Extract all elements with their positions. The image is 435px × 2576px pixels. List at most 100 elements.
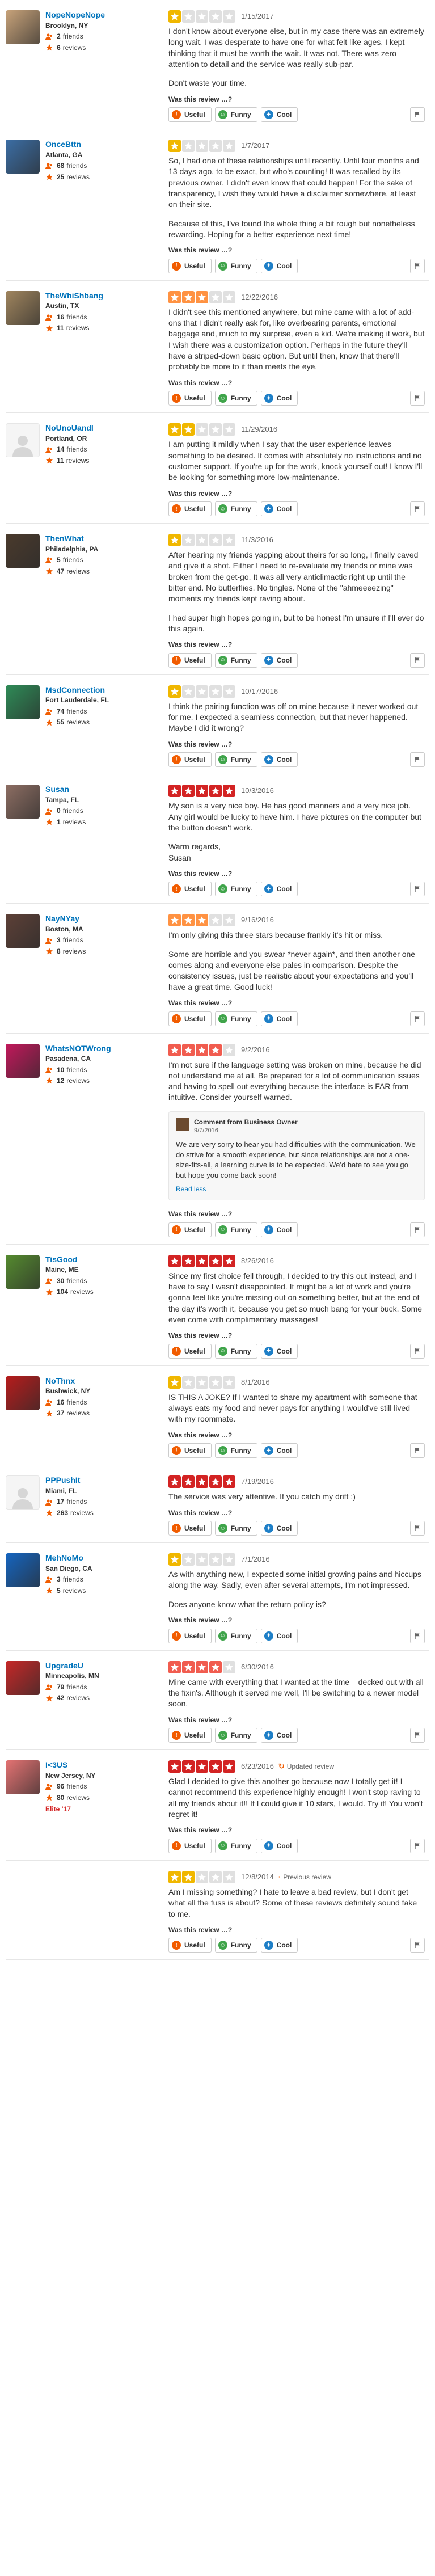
useful-button[interactable]: ! Useful [168, 258, 212, 273]
useful-button[interactable]: ! Useful [168, 1011, 212, 1026]
user-name-link[interactable]: Susan [45, 785, 168, 795]
user-name-link[interactable]: WhatsNOTWrong [45, 1044, 168, 1054]
cool-button[interactable]: ✦ Cool [260, 882, 298, 897]
flag-icon[interactable] [410, 1628, 425, 1643]
funny-button[interactable]: ☺ Funny [214, 882, 257, 897]
flag-icon[interactable] [410, 1222, 425, 1237]
user-avatar[interactable] [6, 1376, 40, 1410]
flag-icon[interactable] [410, 107, 425, 123]
funny-button[interactable]: ☺ Funny [214, 1443, 257, 1458]
user-avatar[interactable] [6, 1760, 40, 1795]
funny-button[interactable]: ☺ Funny [214, 258, 257, 273]
user-avatar[interactable] [6, 1043, 40, 1078]
flag-icon[interactable] [410, 1443, 425, 1458]
user-avatar[interactable] [6, 140, 40, 174]
useful-button[interactable]: ! Useful [168, 1938, 212, 1953]
user-name-link[interactable]: UpgradeU [45, 1661, 168, 1671]
user-name-link[interactable]: NopeNopeNope [45, 10, 168, 20]
useful-button[interactable]: ! Useful [168, 391, 212, 406]
user-name-link[interactable]: ThenWhat [45, 534, 168, 544]
user-avatar[interactable] [6, 10, 40, 44]
user-name-link[interactable]: I<3US [45, 1760, 168, 1770]
default-avatar-icon[interactable] [6, 1475, 40, 1510]
cool-button[interactable]: ✦ Cool [260, 652, 298, 668]
useful-button[interactable]: ! Useful [168, 1728, 212, 1743]
user-name-link[interactable]: TheWhiShbang [45, 291, 168, 301]
useful-button[interactable]: ! Useful [168, 752, 212, 768]
funny-button[interactable]: ☺ Funny [214, 391, 257, 406]
flag-icon[interactable] [410, 501, 425, 517]
cool-button[interactable]: ✦ Cool [260, 752, 298, 768]
funny-button[interactable]: ☺ Funny [214, 1521, 257, 1536]
flag-icon[interactable] [410, 391, 425, 406]
flag-icon[interactable] [410, 1521, 425, 1536]
funny-button[interactable]: ☺ Funny [214, 652, 257, 668]
useful-button[interactable]: ! Useful [168, 882, 212, 897]
funny-button[interactable]: ☺ Funny [214, 107, 257, 123]
user-location: Fort Lauderdale, FL [45, 696, 109, 705]
cool-button[interactable]: ✦ Cool [260, 391, 298, 406]
user-name-link[interactable]: NayNYay [45, 914, 168, 924]
flag-icon[interactable] [410, 752, 425, 768]
user-name-link[interactable]: PPPushIt [45, 1475, 168, 1486]
cool-button[interactable]: ✦ Cool [260, 107, 298, 123]
cool-button[interactable]: ✦ Cool [260, 1343, 298, 1359]
cool-button[interactable]: ✦ Cool [260, 1521, 298, 1536]
useful-button[interactable]: ! Useful [168, 1628, 212, 1643]
user-name-link[interactable]: TisGood [45, 1255, 168, 1265]
user-name-link[interactable]: MehNoMo [45, 1553, 168, 1563]
user-avatar[interactable] [6, 785, 40, 819]
user-avatar[interactable] [6, 1553, 40, 1588]
cool-button[interactable]: ✦ Cool [260, 1222, 298, 1237]
user-avatar[interactable] [6, 1660, 40, 1695]
flag-icon[interactable] [410, 882, 425, 897]
user-name-link[interactable]: NoUnoUandI [45, 423, 168, 433]
funny-button[interactable]: ☺ Funny [214, 1222, 257, 1237]
user-info: NoThnx Bushwick, NY 16 friends 37 reviews [45, 1376, 168, 1458]
flag-icon[interactable] [410, 1011, 425, 1026]
cool-button[interactable]: ✦ Cool [260, 258, 298, 273]
default-avatar-icon[interactable] [6, 423, 40, 458]
user-avatar[interactable] [6, 914, 40, 948]
cool-button[interactable]: ✦ Cool [260, 501, 298, 517]
flag-icon[interactable] [410, 258, 425, 273]
cool-button[interactable]: ✦ Cool [260, 1838, 298, 1853]
useful-button[interactable]: ! Useful [168, 107, 212, 123]
funny-button[interactable]: ☺ Funny [214, 1011, 257, 1026]
funny-button[interactable]: ☺ Funny [214, 1343, 257, 1359]
user-avatar[interactable] [6, 1254, 40, 1289]
useful-button[interactable]: ! Useful [168, 1343, 212, 1359]
funny-button[interactable]: ☺ Funny [214, 1938, 257, 1953]
flag-icon[interactable] [410, 1838, 425, 1853]
useful-button[interactable]: ! Useful [168, 1222, 212, 1237]
cool-button[interactable]: ✦ Cool [260, 1628, 298, 1643]
funny-button[interactable]: ☺ Funny [214, 1838, 257, 1853]
flag-icon[interactable] [410, 1938, 425, 1953]
funny-button[interactable]: ☺ Funny [214, 752, 257, 768]
cool-button[interactable]: ✦ Cool [260, 1443, 298, 1458]
useful-button[interactable]: ! Useful [168, 1521, 212, 1536]
elite-badge[interactable]: Elite '17 [45, 1805, 168, 1814]
flag-icon[interactable] [410, 1728, 425, 1743]
read-less-link[interactable]: Read less [176, 1185, 206, 1193]
funny-button[interactable]: ☺ Funny [214, 501, 257, 517]
funny-button[interactable]: ☺ Funny [214, 1728, 257, 1743]
funny-label: Funny [230, 1014, 251, 1023]
user-avatar[interactable] [6, 685, 40, 719]
useful-button[interactable]: ! Useful [168, 501, 212, 517]
user-avatar[interactable] [6, 290, 40, 325]
user-name-link[interactable]: OnceBttn [45, 140, 168, 150]
cool-button[interactable]: ✦ Cool [260, 1728, 298, 1743]
useful-button[interactable]: ! Useful [168, 1443, 212, 1458]
user-name-link[interactable]: NoThnx [45, 1376, 168, 1386]
useful-button[interactable]: ! Useful [168, 1838, 212, 1853]
cool-button[interactable]: ✦ Cool [260, 1011, 298, 1026]
flag-icon[interactable] [410, 652, 425, 668]
useful-button[interactable]: ! Useful [168, 652, 212, 668]
flag-icon[interactable] [410, 1343, 425, 1359]
user-avatar[interactable] [6, 534, 40, 568]
review-count: 12 reviews [45, 1076, 168, 1086]
user-name-link[interactable]: MsdConnection [45, 685, 168, 695]
funny-button[interactable]: ☺ Funny [214, 1628, 257, 1643]
cool-button[interactable]: ✦ Cool [260, 1938, 298, 1953]
